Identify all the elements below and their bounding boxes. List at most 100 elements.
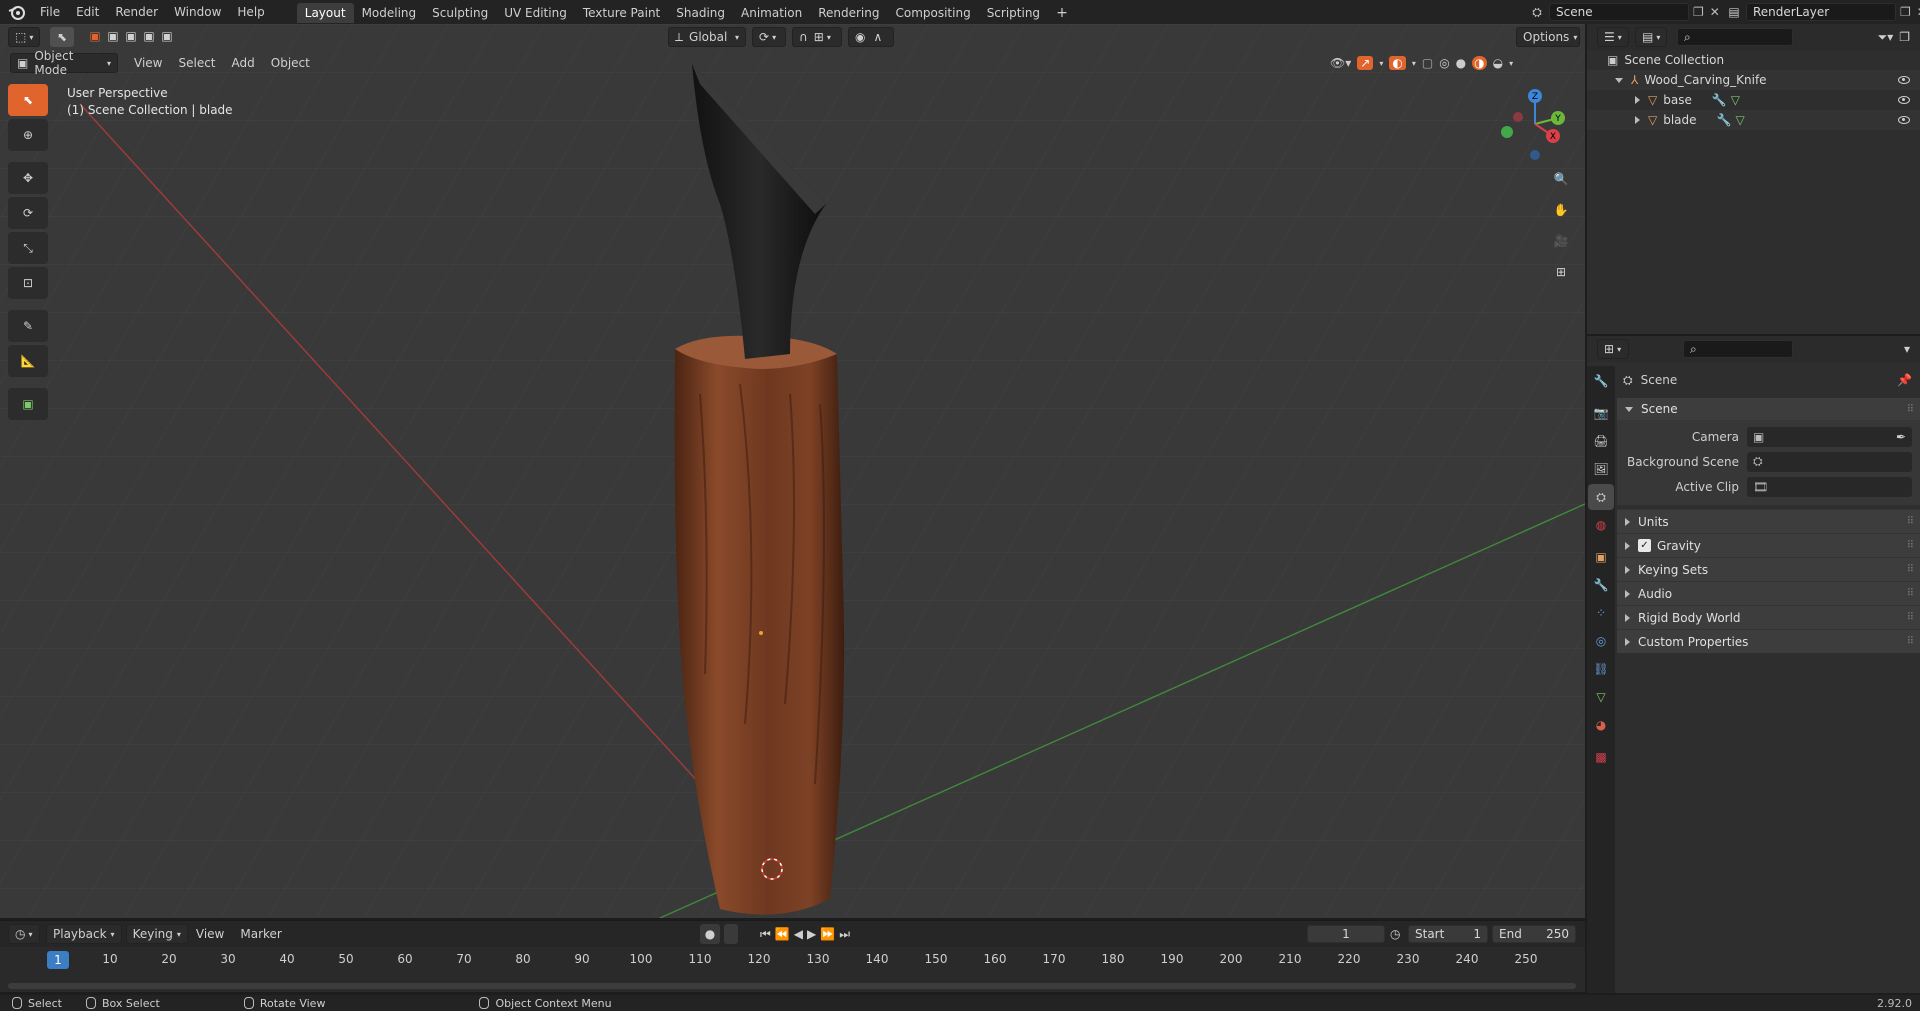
record-icon[interactable]: ●	[700, 924, 720, 944]
tab-data[interactable]: ▽	[1588, 684, 1614, 710]
tool-move[interactable]: ✥	[8, 162, 48, 194]
panel-units[interactable]: Units ⠿	[1617, 509, 1920, 533]
tab-layout[interactable]: Layout	[296, 3, 354, 23]
drag-handle-icon[interactable]: ⠿	[1907, 588, 1914, 599]
tool-annotate[interactable]: ✎	[8, 310, 48, 342]
background-scene-field[interactable]: ⛭	[1747, 451, 1912, 472]
select-new-icon[interactable]: ▣	[86, 27, 104, 45]
tab-shading[interactable]: Shading	[668, 3, 733, 23]
next-keyframe-icon[interactable]: ⏩	[820, 927, 835, 941]
tab-render[interactable]: 📷	[1588, 400, 1614, 426]
blender-logo-icon[interactable]	[8, 3, 26, 21]
menu-file[interactable]: File	[32, 0, 68, 24]
tab-constraints[interactable]: ⛓	[1588, 656, 1614, 682]
drag-handle-icon[interactable]: ⠿	[1907, 636, 1914, 647]
timeline-editor-type-button[interactable]: ◷ ▾	[8, 924, 40, 944]
properties-editor-type-button[interactable]: ⊞ ▾	[1597, 339, 1629, 359]
properties-options-icon[interactable]: ▾	[1904, 342, 1910, 356]
scene-selector-icon[interactable]: ⛭	[1525, 3, 1549, 21]
menu-edit[interactable]: Edit	[68, 0, 107, 24]
menu-view[interactable]: View	[126, 56, 170, 70]
gizmo-toggle-icon[interactable]: ↗	[1357, 56, 1374, 70]
visibility-eye-icon[interactable]	[1898, 116, 1910, 124]
tab-object[interactable]: ▣	[1588, 544, 1614, 570]
camera-field[interactable]: ▣ ✒	[1747, 426, 1912, 447]
jump-start-icon[interactable]: ⏮	[760, 927, 771, 942]
panel-scene-header[interactable]: Scene ⠿	[1617, 398, 1920, 420]
tab-rendering[interactable]: Rendering	[810, 3, 887, 23]
current-frame-indicator[interactable]: 1	[47, 951, 69, 969]
menu-window[interactable]: Window	[166, 0, 229, 24]
auto-key-options-icon[interactable]	[724, 924, 738, 944]
new-view-layer-icon[interactable]: ❐	[1900, 5, 1911, 19]
rendered-shading-icon[interactable]: ◒	[1493, 56, 1503, 70]
delete-scene-icon[interactable]: ✕	[1710, 5, 1720, 19]
camera-view-button[interactable]: 🎥	[1548, 228, 1574, 254]
proportional-edit-button[interactable]: ◉ ∧	[848, 27, 894, 47]
drag-handle-icon[interactable]: ⠿	[1907, 612, 1914, 623]
outliner-search-input[interactable]: ⌕	[1677, 28, 1793, 46]
tool-scale[interactable]: ⤡	[8, 232, 48, 264]
select-invert-icon[interactable]: ▣	[140, 27, 158, 45]
start-frame-field[interactable]: Start 1	[1408, 925, 1488, 943]
tab-view-layer[interactable]: 🖼	[1588, 456, 1614, 482]
menu-help[interactable]: Help	[229, 0, 272, 24]
pivot-point-dropdown[interactable]: ⟳ ▾	[752, 27, 786, 47]
timeline-menu-view[interactable]: View	[188, 927, 232, 941]
new-scene-icon[interactable]: ❐	[1693, 5, 1704, 19]
select-subtract-icon[interactable]: ▣	[122, 27, 140, 45]
tab-uv-editing[interactable]: UV Editing	[496, 3, 575, 23]
material-shading-icon[interactable]: ◑	[1472, 56, 1487, 70]
tab-animation[interactable]: Animation	[733, 3, 810, 23]
view-layer-field[interactable]: RenderLayer	[1746, 3, 1896, 21]
tab-texture[interactable]: ▩	[1588, 744, 1614, 770]
add-workspace-button[interactable]: +	[1048, 3, 1076, 23]
editor-type-button[interactable]: ⬚ ▾	[8, 27, 40, 47]
wireframe-shading-icon[interactable]: ◎	[1439, 56, 1449, 70]
tab-texture-paint[interactable]: Texture Paint	[575, 3, 668, 23]
keying-dropdown[interactable]: Keying ▾	[125, 924, 188, 944]
tab-compositing[interactable]: Compositing	[887, 3, 978, 23]
scene-name-field[interactable]: Scene	[1549, 3, 1689, 21]
drag-handle-icon[interactable]: ⠿	[1907, 404, 1914, 415]
pin-icon[interactable]: 📌	[1897, 373, 1912, 387]
timeline-scrollbar[interactable]	[8, 983, 1576, 989]
tab-scripting[interactable]: Scripting	[979, 3, 1048, 23]
play-icon[interactable]: ▶	[807, 927, 816, 941]
timeline-menu-marker[interactable]: Marker	[232, 927, 289, 941]
expand-icon[interactable]	[1615, 77, 1623, 83]
drag-handle-icon[interactable]: ⠿	[1907, 516, 1914, 527]
properties-search-input[interactable]: ⌕	[1683, 340, 1793, 358]
ortho-toggle-button[interactable]: ⊞	[1548, 259, 1574, 285]
panel-rigid-body-world[interactable]: Rigid Body World ⠿	[1617, 605, 1920, 629]
tab-physics[interactable]: ◎	[1588, 628, 1614, 654]
visibility-dropdown-icon[interactable]: 👁▾	[1330, 56, 1351, 70]
playback-dropdown[interactable]: Playback ▾	[46, 924, 122, 944]
outliner-item-wood-carving-knife[interactable]: ⅄ Wood_Carving_Knife	[1587, 70, 1920, 90]
tool-transform[interactable]: ⊡	[8, 267, 48, 299]
tab-sculpting[interactable]: Sculpting	[424, 3, 496, 23]
snap-dropdown[interactable]: ∩ ⊞ ▾	[792, 27, 842, 47]
panel-keying-sets[interactable]: Keying Sets ⠿	[1617, 557, 1920, 581]
preview-range-icon[interactable]: ◷	[1390, 927, 1400, 941]
tool-measure[interactable]: 📐	[8, 345, 48, 377]
transform-orientation-dropdown[interactable]: ⟂ Global ▾	[668, 27, 746, 47]
tab-world[interactable]: ◍	[1588, 512, 1614, 538]
tab-particles[interactable]: ⁘	[1588, 600, 1614, 626]
mode-dropdown[interactable]: ▣ Object Mode ▾	[10, 49, 118, 77]
panel-custom-properties[interactable]: Custom Properties ⠿	[1617, 629, 1920, 653]
overlay-toggle-icon[interactable]: ◐	[1389, 56, 1406, 70]
jump-end-icon[interactable]: ⏭	[839, 927, 850, 942]
menu-object[interactable]: Object	[263, 56, 318, 70]
tool-add-cube[interactable]: ▣	[8, 388, 48, 420]
outliner-item-blade[interactable]: ▽ blade 🔧 ▽	[1587, 110, 1920, 130]
end-frame-field[interactable]: End 250	[1492, 925, 1576, 943]
xray-toggle-icon[interactable]: ▢	[1422, 56, 1433, 70]
3d-viewport[interactable]	[0, 24, 1585, 918]
tab-scene[interactable]: ⛭	[1588, 484, 1614, 510]
tab-material[interactable]: ◕	[1588, 712, 1614, 738]
select-tool-icon[interactable]: ⬉	[50, 27, 74, 47]
tab-output[interactable]: 🖨	[1588, 428, 1614, 454]
play-reverse-icon[interactable]: ◀	[794, 927, 803, 941]
outliner-editor-type-button[interactable]: ☰ ▾	[1597, 27, 1629, 47]
